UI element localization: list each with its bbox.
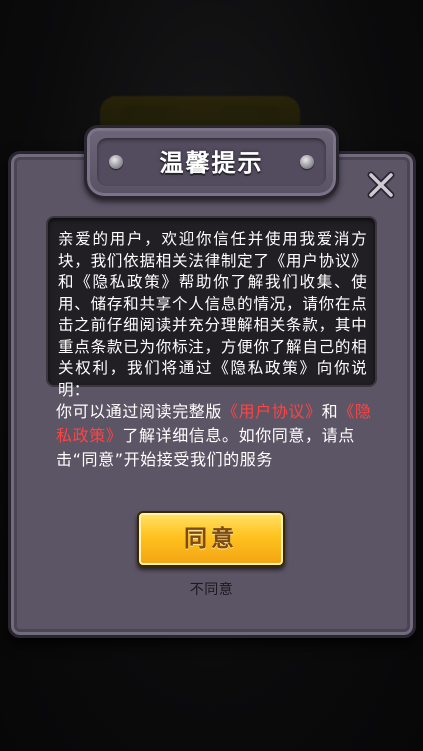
detail-prefix: 你可以通过阅读完整版 (56, 402, 223, 421)
agree-button[interactable]: 同意 (137, 511, 285, 567)
close-button[interactable] (366, 170, 396, 200)
game-screen: 温馨提示 亲爱的用户，欢迎你信任并使用我爱消方块，我们依据相关法律制定了《用户协… (0, 0, 423, 751)
dialog-title: 温馨提示 (159, 149, 264, 177)
notice-text: 亲爱的用户，欢迎你信任并使用我爱消方块，我们依据相关法律制定了《用户协议》和《隐… (58, 230, 367, 399)
user-agreement-link[interactable]: 《用户协议》 (222, 402, 322, 421)
detail-paragraph: 你可以通过阅读完整版《用户协议》和《隐私政策》了解详细信息。如你同意，请点击“同… (56, 400, 374, 472)
agree-button-label: 同意 (184, 526, 238, 552)
notice-box: 亲爱的用户，欢迎你信任并使用我爱消方块，我们依据相关法律制定了《用户协议》和《隐… (46, 216, 377, 399)
disagree-button[interactable]: 不同意 (0, 579, 423, 599)
close-icon (367, 171, 395, 199)
detail-and: 和 (321, 402, 339, 421)
title-plate: 温馨提示 (84, 125, 339, 199)
